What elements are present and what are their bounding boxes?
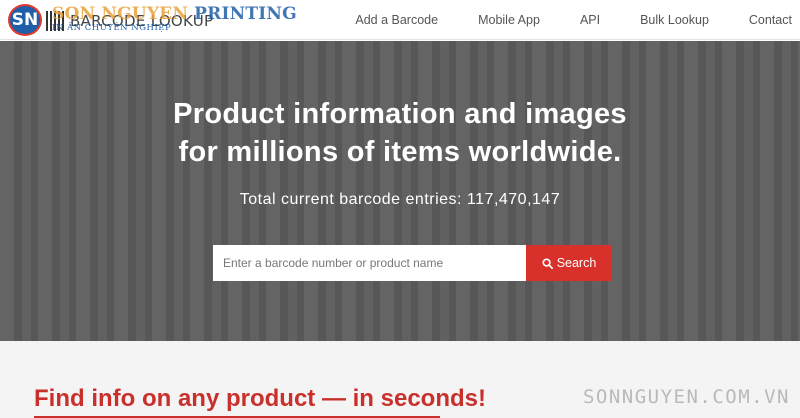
sn-logo-badge: SN: [8, 4, 42, 36]
site-header: SN BARCODE LOOKUP SON NGUYEN PRINTING IN…: [0, 0, 800, 40]
hero-title-line2: for millions of items worldwide.: [178, 136, 622, 168]
features-title: Find info on any product — in seconds!: [34, 385, 486, 412]
search-icon: [542, 257, 553, 269]
nav-contact[interactable]: Contact: [749, 13, 792, 27]
sn-logo-text: SN: [11, 10, 39, 30]
watermark-text: SONNGUYEN.COM.VN: [582, 386, 790, 408]
search-input[interactable]: [213, 245, 526, 281]
watermark-brand-part1: SON NGUYEN: [52, 4, 189, 24]
hero-section: Product information and images for milli…: [0, 41, 800, 341]
hero-title-line1: Product information and images: [173, 98, 627, 130]
nav-mobile-app[interactable]: Mobile App: [478, 13, 540, 27]
main-nav: Add a Barcode Mobile App API Bulk Lookup…: [315, 0, 792, 40]
nav-bulk-lookup[interactable]: Bulk Lookup: [640, 13, 709, 27]
watermark-brand-part2: PRINTING: [188, 4, 297, 24]
nav-add-barcode[interactable]: Add a Barcode: [355, 13, 438, 27]
watermark-tagline: IN ẤN CHUYÊN NGHIỆP: [52, 23, 172, 33]
nav-api[interactable]: API: [580, 13, 600, 27]
search-button-label: Search: [556, 256, 597, 270]
watermark-brand: SON NGUYEN PRINTING: [52, 4, 297, 24]
barcode-count: Total current barcode entries: 117,470,1…: [239, 191, 561, 208]
hero-title: Product information and images for milli…: [0, 95, 800, 171]
search-button[interactable]: Search: [526, 245, 612, 281]
logo[interactable]: SN BARCODE LOOKUP SON NGUYEN PRINTING IN…: [8, 4, 297, 36]
